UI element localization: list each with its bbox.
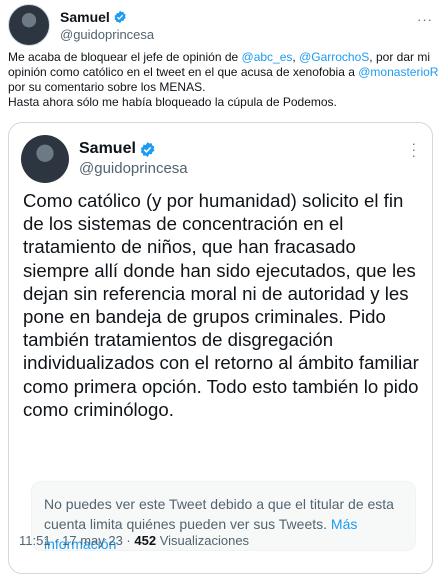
views-label: Visualizaciones — [156, 533, 250, 548]
author-name[interactable]: Samuel — [79, 139, 136, 159]
mention-link[interactable]: @abc_es — [242, 50, 293, 64]
mention-link[interactable]: @GarrochoS — [299, 50, 369, 64]
verified-badge-icon — [140, 141, 155, 157]
tweet-text-part: Hasta ahora sólo me había bloqueado la c… — [8, 95, 337, 109]
author-handle[interactable]: @guidoprincesa — [60, 26, 154, 44]
mention-link[interactable]: @monasterioR — [358, 65, 438, 79]
avatar[interactable] — [21, 135, 69, 183]
tweet-text-part: Me acaba de bloquear el jefe de opinión … — [8, 50, 242, 64]
verified-badge-icon — [114, 10, 126, 24]
outer-tweet-header: Samuel @guidoprincesa — [8, 4, 154, 46]
more-options-icon[interactable]: ··· — [417, 12, 433, 27]
tweet-text: Me acaba de bloquear el jefe de opinión … — [8, 50, 440, 110]
tweet-text-part: por su comentario sobre los MENAS. — [8, 80, 206, 94]
quoted-tweet-text: Como católico (y por humanidad) solicito… — [23, 190, 419, 420]
author-name[interactable]: Samuel — [60, 8, 110, 26]
quoted-tweet-header: Samuel @guidoprincesa — [21, 135, 188, 183]
tweet-meta: 11:51 · 17 may 23 · 452 Visualizaciones — [19, 533, 249, 548]
author-block: Samuel @guidoprincesa — [60, 8, 154, 44]
author-block: Samuel @guidoprincesa — [79, 139, 188, 179]
avatar[interactable] — [8, 4, 50, 46]
author-handle[interactable]: @guidoprincesa — [79, 159, 188, 179]
tweet-timestamp[interactable]: 11:51 · 17 may 23 · — [19, 533, 134, 548]
views-count: 452 — [134, 533, 157, 548]
more-options-icon[interactable]: ··· — [412, 137, 416, 162]
quoted-tweet-card[interactable]: Samuel @guidoprincesa · · · Como católico … — [8, 122, 433, 574]
